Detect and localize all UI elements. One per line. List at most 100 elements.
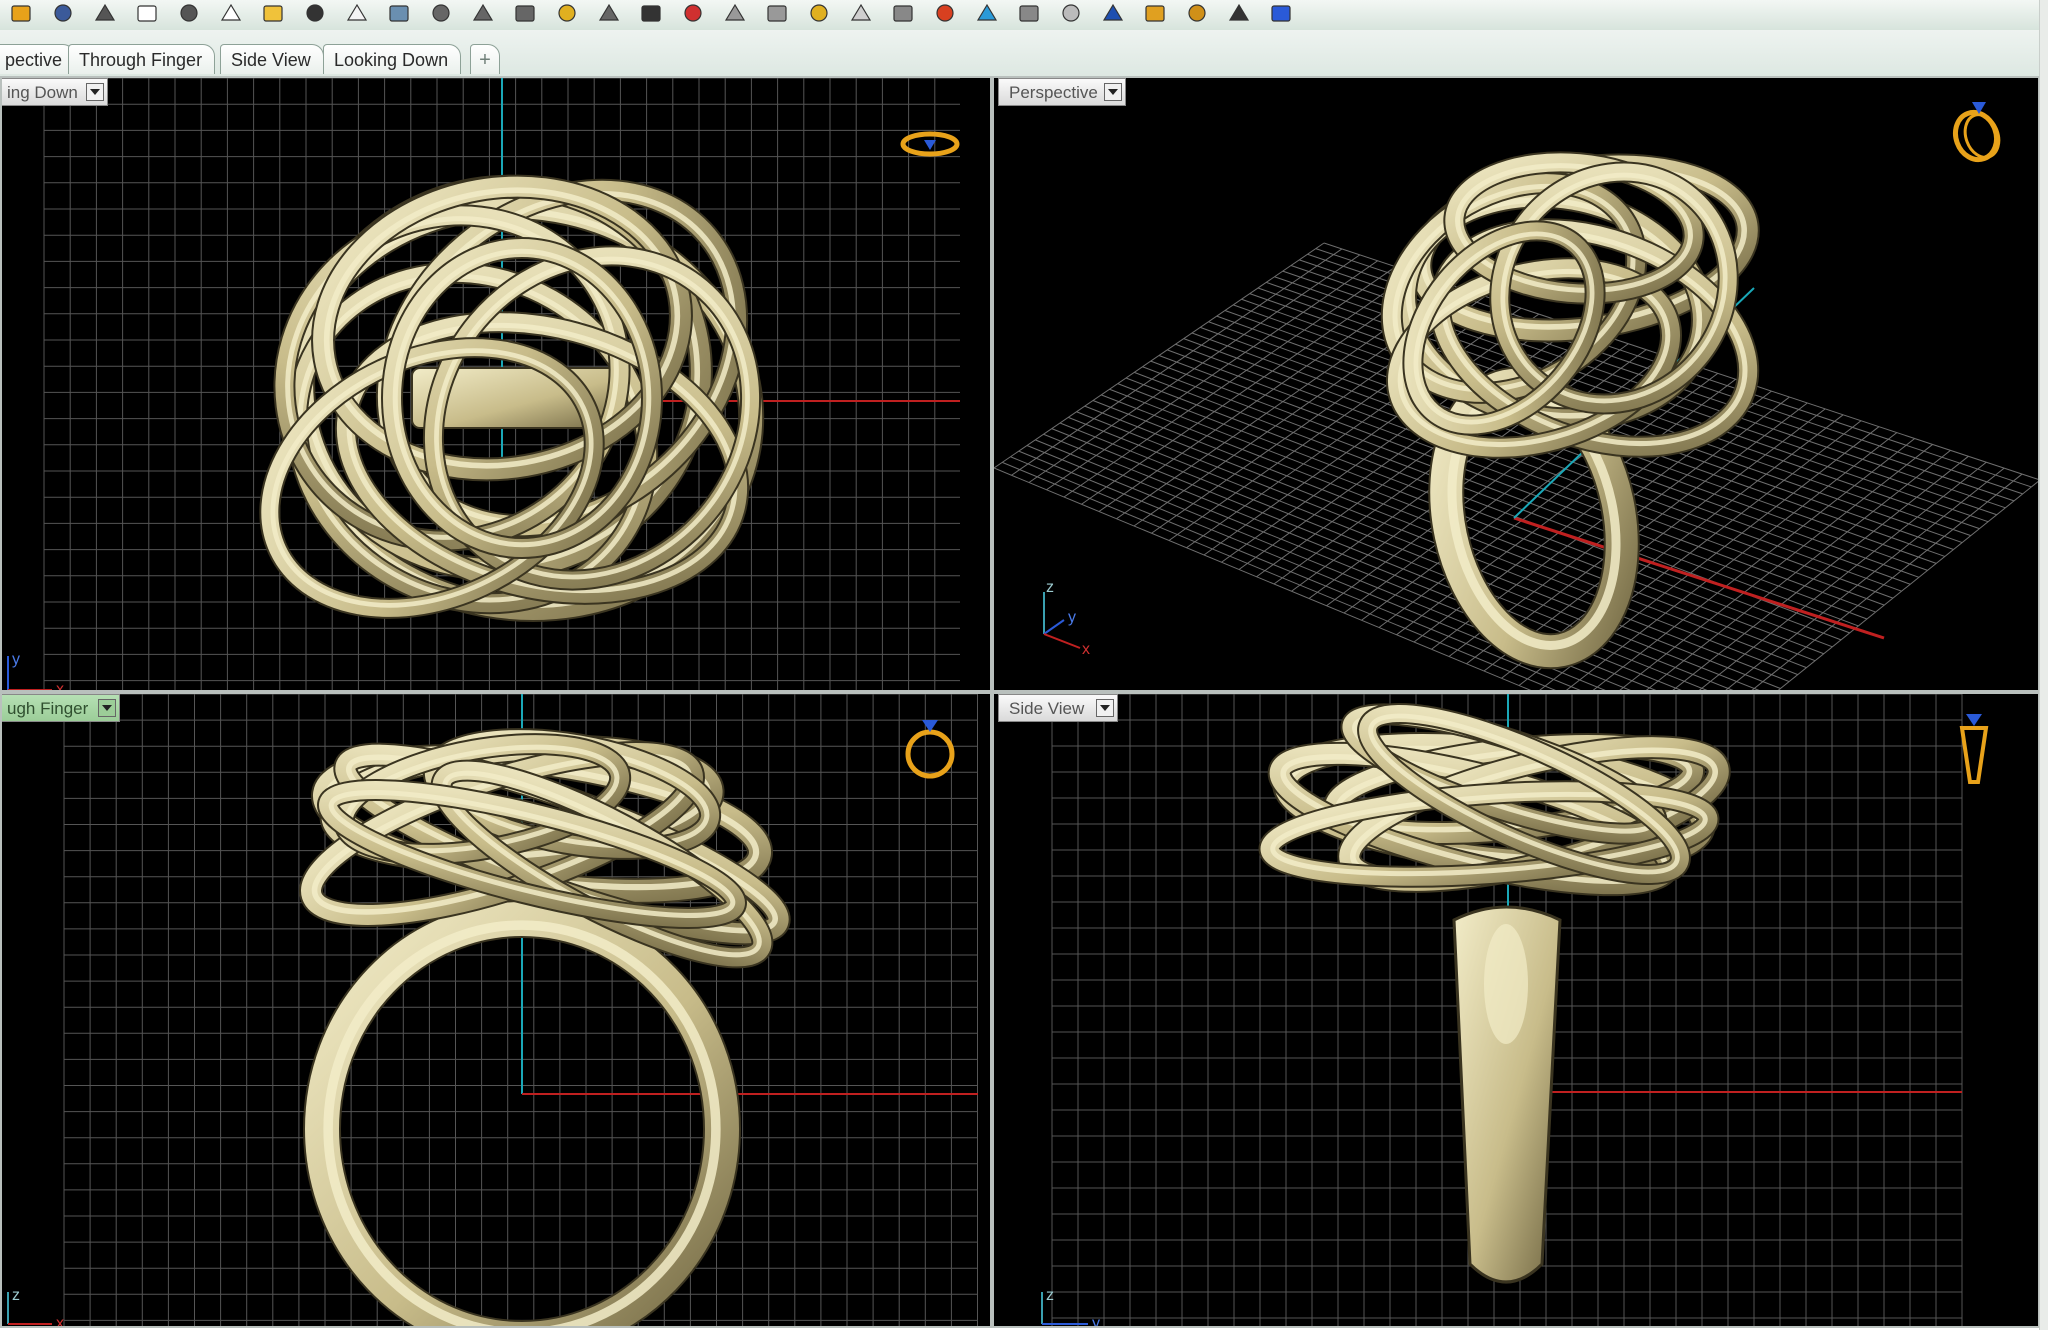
pan-hand-icon	[346, 3, 368, 21]
viewport-menu-dropdown[interactable]	[98, 699, 116, 717]
viewport-tab-bar: pective Through Finger Side View Looking…	[0, 30, 2048, 76]
car-icon	[684, 4, 702, 22]
grid-snap-icon	[1228, 3, 1250, 21]
paste-button[interactable]	[256, 0, 290, 26]
add-tab-button[interactable]: +	[470, 44, 500, 74]
print-button[interactable]	[88, 0, 122, 26]
viewport-title-perspective[interactable]: Perspective	[998, 78, 1126, 106]
viewport-looking-down[interactable]: ing Down y x	[0, 76, 992, 692]
viewport-title-through-finger[interactable]: ugh Finger	[2, 694, 120, 722]
chevron-down-icon	[90, 89, 100, 95]
side-ring-icon[interactable]	[1954, 708, 1994, 790]
axis-label-z: z	[1046, 579, 1054, 596]
zoom-target-button[interactable]	[592, 0, 626, 26]
rotate-view-icon	[389, 5, 409, 22]
construction-plane-button[interactable]	[718, 0, 752, 26]
save-button[interactable]	[46, 0, 80, 26]
four-viewports-icon	[641, 5, 661, 22]
tab-perspective[interactable]: pective	[0, 44, 76, 74]
front-ring-icon[interactable]	[900, 714, 960, 784]
axis-triad: z y	[1041, 1287, 1100, 1328]
help-button[interactable]	[1264, 0, 1298, 26]
axis-label-y: y	[1092, 1315, 1100, 1328]
tab-through-finger[interactable]: Through Finger	[68, 44, 216, 74]
lock-icon	[893, 5, 913, 22]
construction-plane-icon	[724, 3, 746, 21]
zoom-extents-button[interactable]	[508, 0, 542, 26]
axis-label-x: x	[56, 681, 64, 692]
viewport-side-view[interactable]: Side View z y	[992, 692, 2040, 1328]
viewport-menu-dropdown[interactable]	[86, 83, 104, 101]
settings-gear-icon	[1188, 4, 1206, 22]
zoom-selected-button[interactable]	[550, 0, 584, 26]
front-view-canvas[interactable]	[2, 694, 992, 1328]
viewport-menu-dropdown[interactable]	[1104, 83, 1122, 101]
top-view-canvas[interactable]	[2, 78, 992, 692]
axis-triad: y x	[7, 651, 64, 692]
viewport-title-side-view[interactable]: Side View	[998, 694, 1118, 722]
window-right-edge	[2039, 0, 2048, 1330]
undo-icon	[306, 4, 324, 22]
cut-button[interactable]	[172, 0, 206, 26]
new-page-button[interactable]	[130, 0, 164, 26]
grid-snap-button[interactable]	[1222, 0, 1256, 26]
wireframe-sphere-button[interactable]	[1012, 0, 1046, 26]
undo-button[interactable]	[298, 0, 332, 26]
four-viewports-button[interactable]	[634, 0, 668, 26]
axis-label-x: x	[1082, 641, 1090, 658]
render-sphere-icon	[1102, 3, 1124, 21]
shank-highlight	[1484, 924, 1528, 1044]
copy-button[interactable]	[214, 0, 248, 26]
perspective-view-canvas[interactable]	[994, 78, 2040, 692]
print-icon	[94, 3, 116, 21]
points-button[interactable]	[802, 0, 836, 26]
wireframe-sphere-icon	[1019, 5, 1039, 22]
circle-snap-button[interactable]	[760, 0, 794, 26]
pencil-button[interactable]	[1138, 0, 1172, 26]
lightbulb-button[interactable]	[844, 0, 878, 26]
copy-icon	[220, 3, 242, 21]
layers-icon	[936, 4, 954, 22]
axis-triad: z y x	[1043, 579, 1090, 658]
viewport-title-text: ing Down	[7, 83, 78, 102]
lock-button[interactable]	[886, 0, 920, 26]
paste-icon	[263, 5, 283, 22]
viewport-perspective[interactable]: Perspective z y x	[992, 76, 2040, 692]
axis-label-z: z	[12, 1287, 20, 1304]
pan-hand-button[interactable]	[340, 0, 374, 26]
viewport-title-text: Perspective	[1009, 83, 1098, 102]
ring-model	[1258, 703, 1731, 1284]
zoom-dynamic-icon	[432, 4, 450, 22]
tab-looking-down[interactable]: Looking Down	[323, 44, 462, 74]
viewport-menu-dropdown[interactable]	[1096, 699, 1114, 717]
flat-ring-icon[interactable]	[898, 124, 962, 164]
render-sphere-button[interactable]	[1096, 0, 1130, 26]
circle-snap-icon	[767, 5, 787, 22]
shaded-sphere-button[interactable]	[1054, 0, 1088, 26]
color-wheel-icon	[976, 3, 998, 21]
help-icon	[1271, 5, 1291, 22]
color-wheel-button[interactable]	[970, 0, 1004, 26]
perspective-ring-icon[interactable]	[1944, 96, 2012, 166]
axis-label-x: x	[56, 1315, 64, 1328]
car-button[interactable]	[676, 0, 710, 26]
rotate-view-button[interactable]	[382, 0, 416, 26]
axis-label-z: z	[1046, 1287, 1054, 1304]
tab-side-view[interactable]: Side View	[220, 44, 324, 74]
cut-icon	[180, 4, 198, 22]
viewport-title-text: ugh Finger	[7, 699, 89, 718]
settings-gear-button[interactable]	[1180, 0, 1214, 26]
viewport-through-finger[interactable]: ugh Finger z x	[0, 692, 992, 1328]
side-view-canvas[interactable]	[994, 694, 2040, 1328]
layers-button[interactable]	[928, 0, 962, 26]
zoom-window-button[interactable]	[466, 0, 500, 26]
open-button[interactable]	[4, 0, 38, 26]
ring-model	[299, 728, 791, 1326]
zoom-dynamic-button[interactable]	[424, 0, 458, 26]
chevron-down-icon	[1108, 89, 1118, 95]
chevron-down-icon	[1100, 705, 1110, 711]
viewport-title-looking-down[interactable]: ing Down	[2, 78, 108, 106]
pencil-icon	[1145, 5, 1165, 22]
axis-triad: z x	[7, 1287, 64, 1328]
zoom-extents-icon	[515, 5, 535, 22]
